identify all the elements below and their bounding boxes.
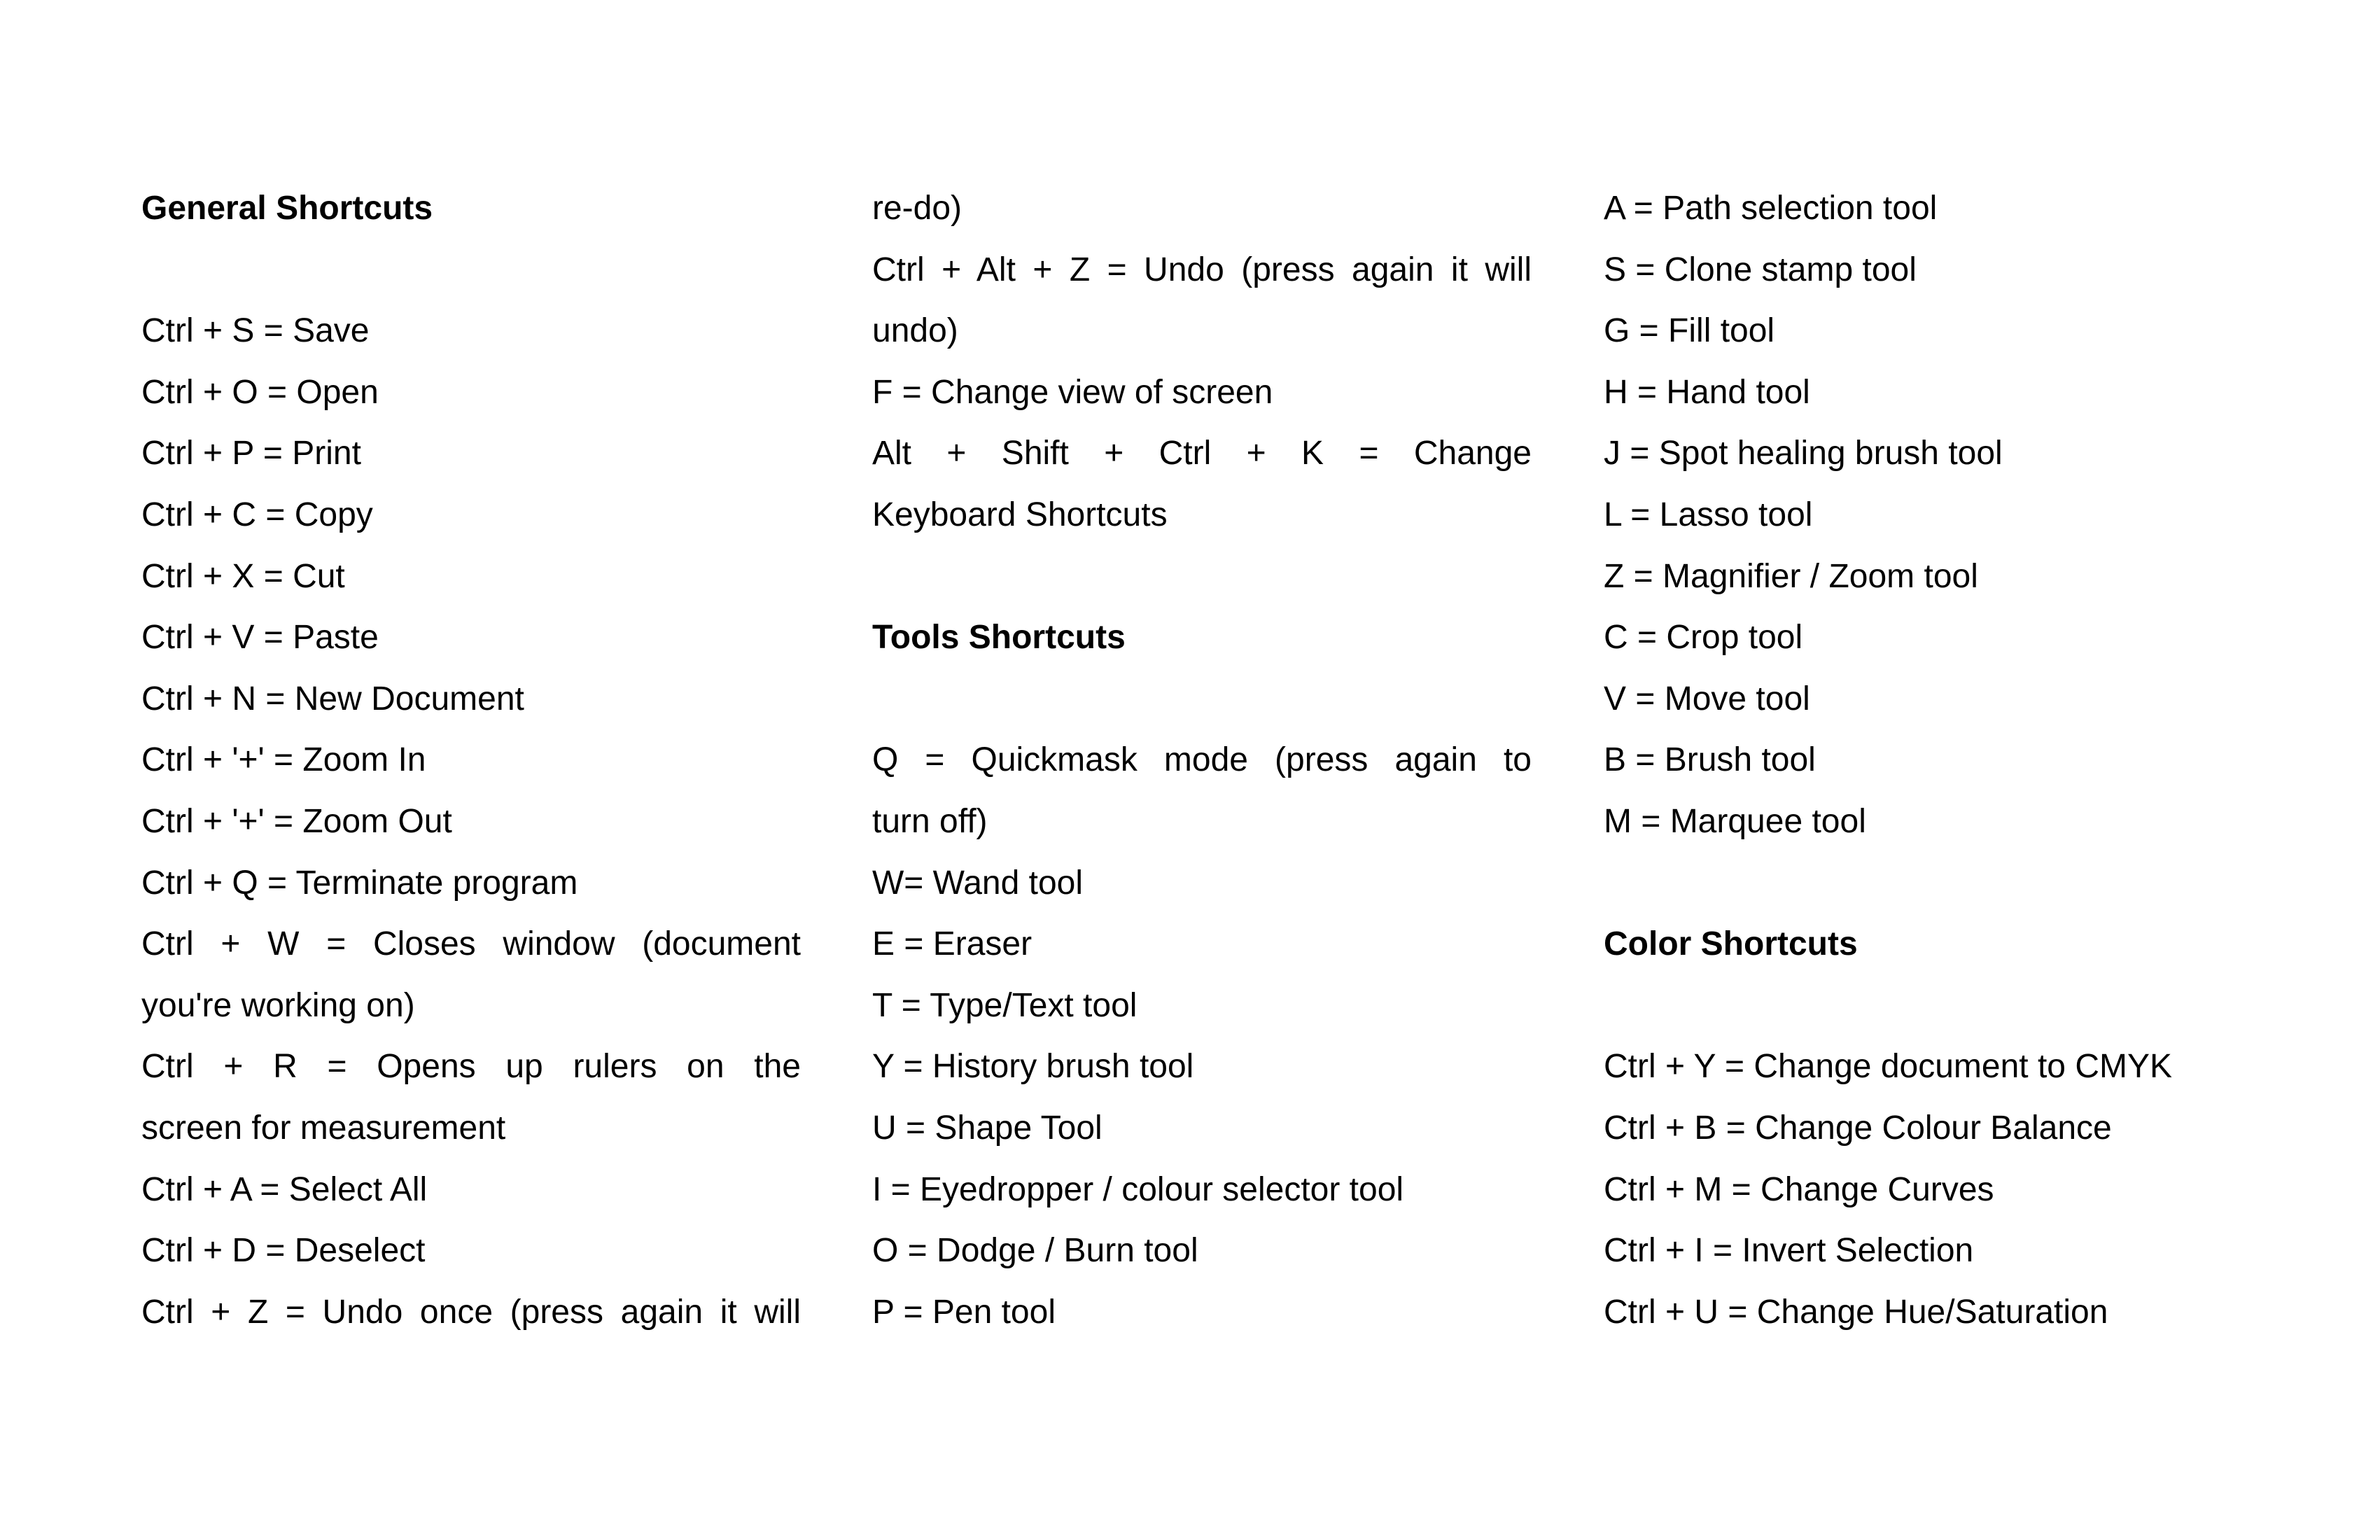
column-tools: re-do) Ctrl + Alt + Z = Undo (press again… (872, 178, 1532, 1343)
shortcut-line: T = Type/Text tool (872, 986, 1138, 1024)
shortcut-line: J = Spot healing brush tool (1604, 435, 2003, 472)
shortcut-line: Ctrl + M = Change Curves (1604, 1170, 1994, 1208)
shortcut-line: Ctrl + D = Deselect (141, 1232, 426, 1270)
shortcut-line: H = Hand tool (1604, 373, 1810, 411)
shortcut-line: undo) (872, 312, 958, 350)
shortcut-line: F = Change view of screen (872, 373, 1273, 411)
shortcut-line: V = Move tool (1604, 680, 1810, 718)
column-color: A = Path selection tool S = Clone stamp t… (1604, 178, 2263, 1343)
shortcut-line: Ctrl + W = Closes window (document (141, 925, 801, 963)
shortcut-line: Alt + Shift + Ctrl + K = Change (872, 435, 1532, 472)
section-heading: General Shortcuts (141, 190, 433, 227)
shortcut-line: Ctrl + R = Opens up rulers on the (141, 1048, 801, 1086)
shortcut-line: Ctrl + '+' = Zoom In (141, 741, 426, 779)
shortcut-line: Q = Quickmask mode (press again to (872, 741, 1532, 779)
shortcut-line: Ctrl + A = Select All (141, 1170, 428, 1208)
shortcut-line: B = Brush tool (1604, 741, 1816, 779)
shortcut-line: Keyboard Shortcuts (872, 496, 1168, 533)
shortcut-line: Ctrl + V = Paste (141, 619, 379, 657)
shortcut-line: W= Wand tool (872, 864, 1084, 902)
shortcut-line: M = Marquee tool (1604, 802, 1866, 840)
shortcut-line: L = Lasso tool (1604, 496, 1813, 533)
column-general: General Shortcuts Ctrl + S = Save Ctrl + O… (141, 178, 801, 1343)
shortcut-line: re-do) (872, 190, 962, 227)
shortcut-line: Ctrl + '+' = Zoom Out (141, 802, 452, 840)
shortcut-line: I = Eyedropper / colour selector tool (872, 1170, 1404, 1208)
shortcut-line: Ctrl + N = New Document (141, 680, 524, 718)
shortcut-line: Ctrl + Q = Terminate program (141, 864, 578, 902)
shortcut-line: Ctrl + Alt + Z = Undo (press again it wi… (872, 251, 1532, 288)
shortcut-line: Ctrl + P = Print (141, 435, 361, 472)
shortcut-line: Ctrl + O = Open (141, 373, 379, 411)
shortcut-line: S = Clone stamp tool (1604, 251, 1917, 288)
section-heading: Tools Shortcuts (872, 619, 1126, 657)
shortcut-line: Ctrl + Z = Undo once (press again it wil… (141, 1293, 801, 1331)
shortcut-line: E = Eraser (872, 925, 1032, 963)
shortcut-line: U = Shape Tool (872, 1109, 1102, 1147)
shortcut-line: C = Crop tool (1604, 619, 1803, 657)
shortcut-line: Z = Magnifier / Zoom tool (1604, 557, 1978, 595)
shortcut-line: turn off) (872, 802, 988, 840)
shortcut-line: Ctrl + B = Change Colour Balance (1604, 1109, 2112, 1147)
section-heading: Color Shortcuts (1604, 925, 1858, 963)
shortcut-line: A = Path selection tool (1604, 190, 1938, 227)
shortcut-line: Ctrl + X = Cut (141, 557, 345, 595)
shortcut-line: G = Fill tool (1604, 312, 1775, 350)
shortcut-line: Ctrl + Y = Change document to CMYK (1604, 1048, 2172, 1086)
shortcut-line: Ctrl + I = Invert Selection (1604, 1232, 1974, 1270)
shortcut-line: Ctrl + S = Save (141, 312, 370, 350)
shortcut-line: O = Dodge / Burn tool (872, 1232, 1198, 1270)
shortcut-line: you're working on) (141, 986, 415, 1024)
shortcut-line: Ctrl + U = Change Hue/Saturation (1604, 1293, 2108, 1331)
shortcut-line: P = Pen tool (872, 1293, 1056, 1331)
shortcut-line: Y = History brush tool (872, 1048, 1194, 1086)
shortcut-line: Ctrl + C = Copy (141, 496, 373, 533)
shortcut-line: screen for measurement (141, 1109, 506, 1147)
